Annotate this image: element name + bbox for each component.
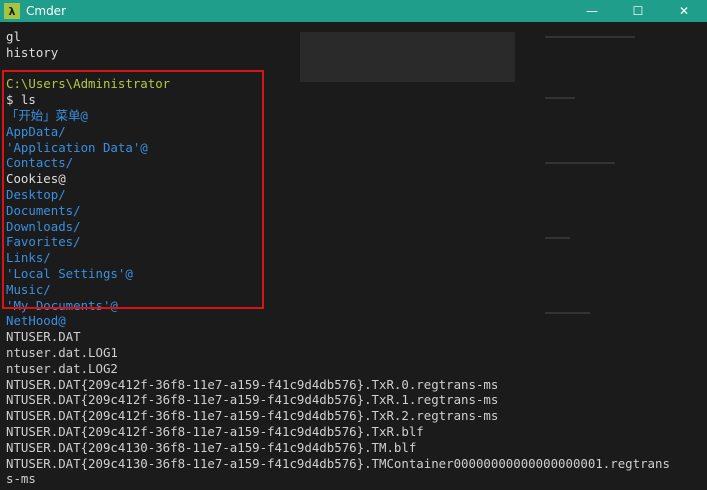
close-button[interactable]: ✕ bbox=[661, 0, 707, 22]
terminal-line: NTUSER.DAT{209c412f-36f8-11e7-a159-f41c9… bbox=[6, 408, 499, 424]
terminal-line: NTUSER.DAT{209c412f-36f8-11e7-a159-f41c9… bbox=[6, 392, 499, 408]
maximize-button[interactable]: ☐ bbox=[615, 0, 661, 22]
terminal-line: s-ms bbox=[6, 471, 36, 487]
terminal-line: NTUSER.DAT{209c4130-36f8-11e7-a159-f41c9… bbox=[6, 439, 417, 455]
lambda-icon: λ bbox=[4, 3, 20, 19]
terminal-line: gl bbox=[6, 29, 21, 44]
terminal-line: ntuser.dat.LOG2 bbox=[6, 360, 118, 376]
highlight-box bbox=[2, 70, 264, 309]
terminal-line: NTUSER.DAT{209c412f-36f8-11e7-a159-f41c9… bbox=[6, 376, 499, 392]
minimize-button[interactable]: — bbox=[569, 0, 615, 22]
terminal-pane[interactable]: gl history C:\Users\Administrator $ ls 「开始」菜… bbox=[0, 22, 707, 490]
terminal-line: NTUSER.DAT{209c4130-36f8-11e7-a159-f41c9… bbox=[6, 455, 670, 471]
window-title: Cmder bbox=[26, 4, 67, 18]
title-bar[interactable]: λ Cmder — ☐ ✕ bbox=[0, 0, 707, 22]
terminal-line: NTUSER.DAT bbox=[6, 329, 81, 345]
terminal-line: ntuser.dat.LOG1 bbox=[6, 344, 118, 360]
terminal-line: history bbox=[6, 44, 59, 60]
terminal-line: NTUSER.DAT{209c412f-36f8-11e7-a159-f41c9… bbox=[6, 423, 424, 439]
terminal-line: NetHood@ bbox=[6, 313, 66, 329]
